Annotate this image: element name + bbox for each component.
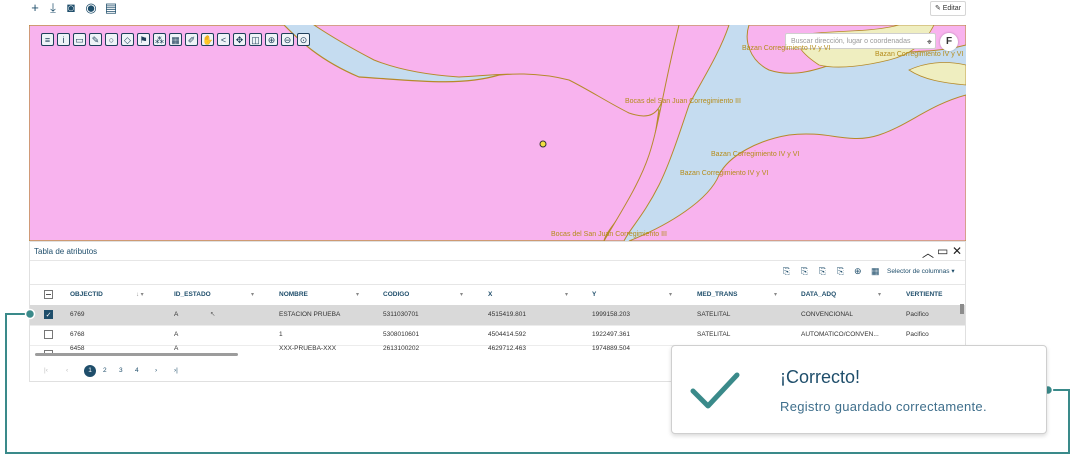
success-toast: ¡Correcto! Registro guardado correctamen…	[671, 345, 1047, 434]
toast-title: ¡Correcto!	[780, 367, 861, 387]
checkmark-icon	[690, 372, 740, 409]
toast-message: Registro guardado correctamente.	[780, 399, 987, 414]
